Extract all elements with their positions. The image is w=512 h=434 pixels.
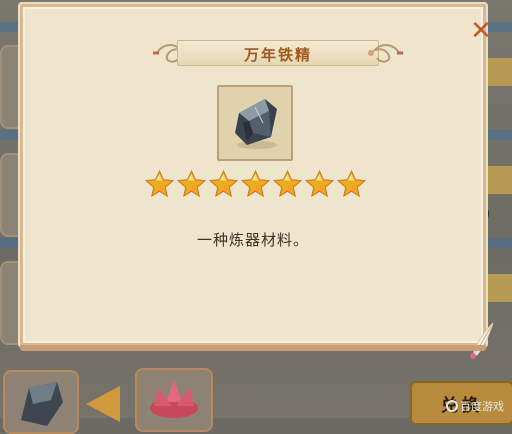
iron-ore-icon xyxy=(21,382,63,426)
corner-feather-icon xyxy=(470,322,494,359)
iron-ore-icon xyxy=(235,99,277,149)
item-icon-frame xyxy=(217,85,293,161)
star-rating xyxy=(145,169,366,198)
arrow-left-icon xyxy=(86,386,120,422)
lotus-icon xyxy=(150,380,198,418)
item-description: 一种炼器材料。 xyxy=(196,231,309,249)
star-icon xyxy=(145,169,174,198)
background-tab xyxy=(482,274,512,302)
star-icon xyxy=(305,169,334,198)
watermark: 百度游戏 xyxy=(446,398,504,414)
star-icon xyxy=(209,169,238,198)
background-tab xyxy=(482,166,512,194)
background-tab xyxy=(482,58,512,86)
watermark-text: 百度游戏 xyxy=(460,400,504,413)
star-icon xyxy=(177,169,206,198)
star-icon xyxy=(273,169,302,198)
close-icon[interactable]: ✕ xyxy=(469,18,493,44)
title-plaque: 万年铁精 xyxy=(153,38,403,68)
star-icon xyxy=(241,169,270,198)
exchange-target-slot[interactable] xyxy=(135,368,213,432)
item-title: 万年铁精 xyxy=(243,46,312,64)
exchange-source-slot[interactable] xyxy=(3,370,79,434)
item-detail-dialog: ✕ 万年铁精 一种炼器材料。 xyxy=(20,4,494,359)
watermark-logo-icon xyxy=(446,400,458,412)
flourish-right-icon xyxy=(368,44,403,63)
star-icon xyxy=(337,169,366,198)
